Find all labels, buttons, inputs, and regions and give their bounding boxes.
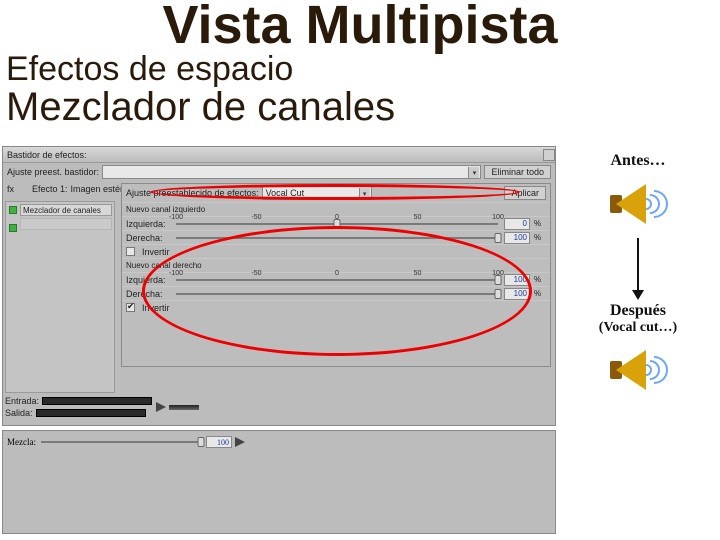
tick: -100 xyxy=(169,214,183,221)
unit-label: % xyxy=(534,219,546,228)
chevron-down-icon xyxy=(359,188,370,199)
rack-preset-label: Ajuste preest. bastidor: xyxy=(7,167,99,177)
invert-checkbox[interactable] xyxy=(126,247,135,256)
before-after-column: Antes… Después (Vocal cut…) xyxy=(564,152,712,404)
tick: -50 xyxy=(251,270,261,277)
tick: 50 xyxy=(414,270,422,277)
slider-label: Izquierda: xyxy=(126,219,170,229)
unit-label: % xyxy=(534,275,546,284)
slider-label: Derecha: xyxy=(126,289,170,299)
remove-all-label: Eliminar todo xyxy=(491,167,544,177)
slider-value[interactable]: 100 xyxy=(504,274,530,286)
unit-label: % xyxy=(534,233,546,242)
output-meter-label: Salida: xyxy=(5,408,33,418)
status-dot-icon xyxy=(9,224,17,232)
tick: 50 xyxy=(414,214,422,221)
close-icon[interactable] xyxy=(543,149,555,161)
invert-row-1: Invertir xyxy=(122,244,550,258)
status-dot-icon xyxy=(9,206,17,214)
slider-row-right-l: Izquierda: -100 -50 0 50 100 100 % xyxy=(122,272,550,286)
slider-knob[interactable] xyxy=(334,219,341,229)
mix-row: Mezcla: 100 xyxy=(3,431,555,449)
slider-value[interactable]: 100 xyxy=(504,288,530,300)
slide-title: Vista Multipista xyxy=(0,0,720,56)
unit-label: % xyxy=(534,289,546,298)
fx-label: fx xyxy=(7,184,29,194)
input-meter xyxy=(42,397,152,405)
effects-window: Bastidor de efectos: Ajuste preest. bast… xyxy=(2,146,556,426)
slide-subtitle-2: Mezclador de canales xyxy=(6,85,720,130)
tick: 100 xyxy=(492,214,504,221)
sidebar-item-label: Mezclador de canales xyxy=(23,206,101,215)
remove-all-button[interactable]: Eliminar todo xyxy=(484,165,551,179)
sidebar-item-mixer[interactable]: Mezclador de canales xyxy=(20,204,112,216)
tick: -50 xyxy=(251,214,261,221)
sidebar-item-empty[interactable] xyxy=(20,218,112,230)
slider-knob[interactable] xyxy=(197,437,204,447)
slider-track[interactable] xyxy=(176,237,498,239)
volume-bar-icon xyxy=(169,405,199,410)
invert-checkbox[interactable] xyxy=(126,303,135,312)
slider-knob[interactable] xyxy=(495,289,502,299)
despues-label-1: Después xyxy=(564,302,712,320)
effect-slot-label: Efecto 1: xyxy=(32,184,68,194)
slider-label: Izquierda: xyxy=(126,275,170,285)
antes-label: Antes… xyxy=(564,152,712,170)
mix-slider[interactable] xyxy=(41,441,201,443)
mix-speaker[interactable] xyxy=(235,437,245,447)
slider-label: Derecha: xyxy=(126,233,170,243)
slider-knob[interactable] xyxy=(495,233,502,243)
mix-value[interactable]: 100 xyxy=(206,436,232,448)
slider-row-left-r: Derecha: 100 % xyxy=(122,230,550,244)
window-titlebar: Bastidor de efectos: xyxy=(3,147,555,163)
panel-preset-dropdown[interactable]: Vocal Cut xyxy=(262,186,372,200)
rack-preset-dropdown[interactable] xyxy=(102,165,481,179)
apply-button[interactable]: Aplicar xyxy=(504,186,546,200)
mix-strip: Mezcla: 100 xyxy=(2,430,556,534)
chevron-down-icon xyxy=(468,167,479,178)
output-meter xyxy=(36,409,146,417)
screenshot-container: Bastidor de efectos: Ajuste preest. bast… xyxy=(2,146,556,534)
rack-preset-row: Ajuste preest. bastidor: Eliminar todo xyxy=(3,163,555,181)
speaker-icon xyxy=(156,402,166,412)
mix-label: Mezcla: xyxy=(7,437,36,447)
mixer-panel: Ajuste preestablecido de efectos: Vocal … xyxy=(121,183,551,367)
speaker-icon xyxy=(235,437,245,447)
tick: -100 xyxy=(169,270,183,277)
panel-preset-label: Ajuste preestablecido de efectos: xyxy=(126,188,259,198)
arrow-down-icon xyxy=(637,238,639,298)
slider-row-left-l: Izquierda: -100 -50 0 50 100 0 % xyxy=(122,216,550,230)
slider-row-right-r: Derecha: 100 % xyxy=(122,286,550,300)
input-meter-label: Entrada: xyxy=(5,396,39,406)
window-title: Bastidor de efectos: xyxy=(7,150,87,160)
section-title: Nuevo canal derecho xyxy=(126,261,202,270)
invert-row-2: Invertir xyxy=(122,300,550,314)
tick: 0 xyxy=(335,270,339,277)
slider-value[interactable]: 100 xyxy=(504,232,530,244)
despues-label-2: (Vocal cut…) xyxy=(564,320,712,336)
io-volume[interactable] xyxy=(156,402,199,412)
section-title: Nuevo canal izquierdo xyxy=(126,205,205,214)
invert-label: Invertir xyxy=(142,247,170,257)
slider-track[interactable]: -100 -50 0 50 100 xyxy=(176,279,498,281)
slider-track[interactable] xyxy=(176,293,498,295)
speaker-icon xyxy=(608,174,668,234)
apply-label: Aplicar xyxy=(511,188,539,198)
slider-knob[interactable] xyxy=(495,275,502,285)
speaker-icon xyxy=(608,340,668,400)
effects-list-sidebar: Mezclador de canales xyxy=(5,201,115,393)
panel-preset-value: Vocal Cut xyxy=(266,188,305,198)
window-bottom-bar: Entrada: Salida: xyxy=(5,391,551,423)
slider-track[interactable]: -100 -50 0 50 100 xyxy=(176,223,498,225)
panel-preset-row: Ajuste preestablecido de efectos: Vocal … xyxy=(122,184,550,202)
slider-value[interactable]: 0 xyxy=(504,218,530,230)
invert-label: Invertir xyxy=(142,303,170,313)
